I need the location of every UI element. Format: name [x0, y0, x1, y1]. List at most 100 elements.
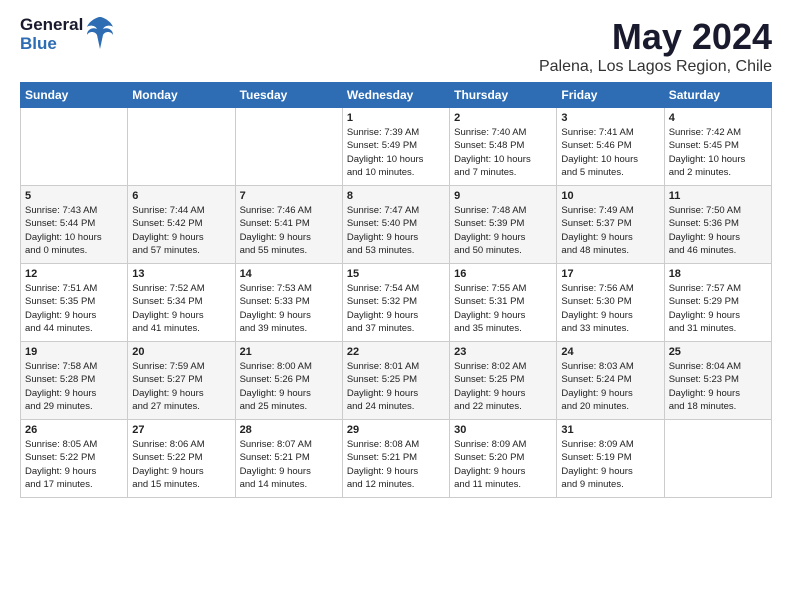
day-number: 10: [561, 190, 659, 202]
day-number: 11: [669, 190, 767, 202]
day-number: 14: [240, 268, 338, 280]
day-info: Sunrise: 8:00 AM Sunset: 5:26 PM Dayligh…: [240, 360, 338, 413]
day-info: Sunrise: 7:55 AM Sunset: 5:31 PM Dayligh…: [454, 282, 552, 335]
day-cell: 6 Sunrise: 7:44 AM Sunset: 5:42 PM Daylig…: [128, 186, 235, 264]
day-info: Sunrise: 8:05 AM Sunset: 5:22 PM Dayligh…: [25, 438, 123, 491]
day-info: Sunrise: 7:53 AM Sunset: 5:33 PM Dayligh…: [240, 282, 338, 335]
day-cell: 7 Sunrise: 7:46 AM Sunset: 5:41 PM Daylig…: [235, 186, 342, 264]
day-cell: 14 Sunrise: 7:53 AM Sunset: 5:33 PM Dayli…: [235, 264, 342, 342]
day-cell: 9 Sunrise: 7:48 AM Sunset: 5:39 PM Daylig…: [450, 186, 557, 264]
day-info: Sunrise: 8:09 AM Sunset: 5:20 PM Dayligh…: [454, 438, 552, 491]
day-number: 27: [132, 424, 230, 436]
day-info: Sunrise: 7:47 AM Sunset: 5:40 PM Dayligh…: [347, 204, 445, 257]
day-info: Sunrise: 7:54 AM Sunset: 5:32 PM Dayligh…: [347, 282, 445, 335]
day-cell: 20 Sunrise: 7:59 AM Sunset: 5:27 PM Dayli…: [128, 342, 235, 420]
day-cell: 10Sunrise: 7:49 AM Sunset: 5:37 PM Dayli…: [557, 186, 664, 264]
day-number: 16: [454, 268, 552, 280]
day-info: Sunrise: 7:56 AM Sunset: 5:30 PM Dayligh…: [561, 282, 659, 335]
day-number: 20: [132, 346, 230, 358]
day-info: Sunrise: 8:01 AM Sunset: 5:25 PM Dayligh…: [347, 360, 445, 413]
day-cell: 18 Sunrise: 7:57 AM Sunset: 5:29 PM Dayli…: [664, 264, 771, 342]
column-header-saturday: Saturday: [664, 83, 771, 108]
week-row-2: 5 Sunrise: 7:43 AM Sunset: 5:44 PM Daylig…: [21, 186, 772, 264]
column-header-sunday: Sunday: [21, 83, 128, 108]
day-cell: 16 Sunrise: 7:55 AM Sunset: 5:31 PM Dayli…: [450, 264, 557, 342]
column-header-monday: Monday: [128, 83, 235, 108]
day-cell: [128, 108, 235, 186]
day-info: Sunrise: 8:04 AM Sunset: 5:23 PM Dayligh…: [669, 360, 767, 413]
day-cell: 8Sunrise: 7:47 AM Sunset: 5:40 PM Daylig…: [342, 186, 449, 264]
day-info: Sunrise: 7:43 AM Sunset: 5:44 PM Dayligh…: [25, 204, 123, 257]
day-cell: 27 Sunrise: 8:06 AM Sunset: 5:22 PM Dayli…: [128, 420, 235, 498]
day-cell: 15 Sunrise: 7:54 AM Sunset: 5:32 PM Dayli…: [342, 264, 449, 342]
day-cell: 31 Sunrise: 8:09 AM Sunset: 5:19 PM Dayli…: [557, 420, 664, 498]
logo: General Blue: [20, 16, 115, 53]
day-number: 18: [669, 268, 767, 280]
title-area: May 2024 Palena, Los Lagos Region, Chile: [539, 16, 772, 76]
column-header-wednesday: Wednesday: [342, 83, 449, 108]
day-number: 7: [240, 190, 338, 202]
day-info: Sunrise: 8:09 AM Sunset: 5:19 PM Dayligh…: [561, 438, 659, 491]
day-info: Sunrise: 7:59 AM Sunset: 5:27 PM Dayligh…: [132, 360, 230, 413]
day-info: Sunrise: 7:52 AM Sunset: 5:34 PM Dayligh…: [132, 282, 230, 335]
day-cell: 29Sunrise: 8:08 AM Sunset: 5:21 PM Dayli…: [342, 420, 449, 498]
day-info: Sunrise: 7:40 AM Sunset: 5:48 PM Dayligh…: [454, 126, 552, 179]
day-info: Sunrise: 7:41 AM Sunset: 5:46 PM Dayligh…: [561, 126, 659, 179]
logo-bird-icon: [85, 15, 115, 51]
day-info: Sunrise: 7:58 AM Sunset: 5:28 PM Dayligh…: [25, 360, 123, 413]
day-number: 26: [25, 424, 123, 436]
week-row-3: 12 Sunrise: 7:51 AM Sunset: 5:35 PM Dayli…: [21, 264, 772, 342]
day-cell: 23Sunrise: 8:02 AM Sunset: 5:25 PM Dayli…: [450, 342, 557, 420]
day-number: 24: [561, 346, 659, 358]
day-number: 28: [240, 424, 338, 436]
page: General Blue May 2024 Palena, Los Lagos …: [0, 0, 792, 612]
day-number: 6: [132, 190, 230, 202]
column-header-thursday: Thursday: [450, 83, 557, 108]
week-row-1: 1Sunrise: 7:39 AM Sunset: 5:49 PM Daylig…: [21, 108, 772, 186]
day-cell: 12 Sunrise: 7:51 AM Sunset: 5:35 PM Dayli…: [21, 264, 128, 342]
day-cell: 2Sunrise: 7:40 AM Sunset: 5:48 PM Daylig…: [450, 108, 557, 186]
day-info: Sunrise: 8:03 AM Sunset: 5:24 PM Dayligh…: [561, 360, 659, 413]
day-cell: 4Sunrise: 7:42 AM Sunset: 5:45 PM Daylig…: [664, 108, 771, 186]
day-number: 19: [25, 346, 123, 358]
day-info: Sunrise: 7:39 AM Sunset: 5:49 PM Dayligh…: [347, 126, 445, 179]
day-number: 22: [347, 346, 445, 358]
day-cell: 26 Sunrise: 8:05 AM Sunset: 5:22 PM Dayli…: [21, 420, 128, 498]
header: General Blue May 2024 Palena, Los Lagos …: [20, 16, 772, 76]
day-number: 21: [240, 346, 338, 358]
day-info: Sunrise: 7:57 AM Sunset: 5:29 PM Dayligh…: [669, 282, 767, 335]
day-info: Sunrise: 7:46 AM Sunset: 5:41 PM Dayligh…: [240, 204, 338, 257]
header-row: SundayMondayTuesdayWednesdayThursdayFrid…: [21, 83, 772, 108]
day-number: 9: [454, 190, 552, 202]
day-cell: 1Sunrise: 7:39 AM Sunset: 5:49 PM Daylig…: [342, 108, 449, 186]
week-row-4: 19 Sunrise: 7:58 AM Sunset: 5:28 PM Dayli…: [21, 342, 772, 420]
column-header-tuesday: Tuesday: [235, 83, 342, 108]
day-info: Sunrise: 7:42 AM Sunset: 5:45 PM Dayligh…: [669, 126, 767, 179]
day-cell: 17 Sunrise: 7:56 AM Sunset: 5:30 PM Dayli…: [557, 264, 664, 342]
month-title: May 2024: [539, 16, 772, 58]
day-number: 30: [454, 424, 552, 436]
day-cell: 19 Sunrise: 7:58 AM Sunset: 5:28 PM Dayli…: [21, 342, 128, 420]
day-info: Sunrise: 8:08 AM Sunset: 5:21 PM Dayligh…: [347, 438, 445, 491]
day-number: 17: [561, 268, 659, 280]
day-cell: 22 Sunrise: 8:01 AM Sunset: 5:25 PM Dayli…: [342, 342, 449, 420]
day-cell: 3Sunrise: 7:41 AM Sunset: 5:46 PM Daylig…: [557, 108, 664, 186]
day-cell: 11 Sunrise: 7:50 AM Sunset: 5:36 PM Dayli…: [664, 186, 771, 264]
day-number: 13: [132, 268, 230, 280]
day-info: Sunrise: 7:44 AM Sunset: 5:42 PM Dayligh…: [132, 204, 230, 257]
day-cell: 25 Sunrise: 8:04 AM Sunset: 5:23 PM Dayli…: [664, 342, 771, 420]
day-number: 12: [25, 268, 123, 280]
day-info: Sunrise: 7:51 AM Sunset: 5:35 PM Dayligh…: [25, 282, 123, 335]
day-cell: 21 Sunrise: 8:00 AM Sunset: 5:26 PM Dayli…: [235, 342, 342, 420]
calendar-table: SundayMondayTuesdayWednesdayThursdayFrid…: [20, 82, 772, 498]
day-number: 15: [347, 268, 445, 280]
day-info: Sunrise: 8:06 AM Sunset: 5:22 PM Dayligh…: [132, 438, 230, 491]
day-number: 31: [561, 424, 659, 436]
day-info: Sunrise: 7:48 AM Sunset: 5:39 PM Dayligh…: [454, 204, 552, 257]
day-number: 25: [669, 346, 767, 358]
day-number: 5: [25, 190, 123, 202]
day-cell: [664, 420, 771, 498]
logo-general: General: [20, 16, 83, 35]
day-info: Sunrise: 7:50 AM Sunset: 5:36 PM Dayligh…: [669, 204, 767, 257]
day-number: 23: [454, 346, 552, 358]
